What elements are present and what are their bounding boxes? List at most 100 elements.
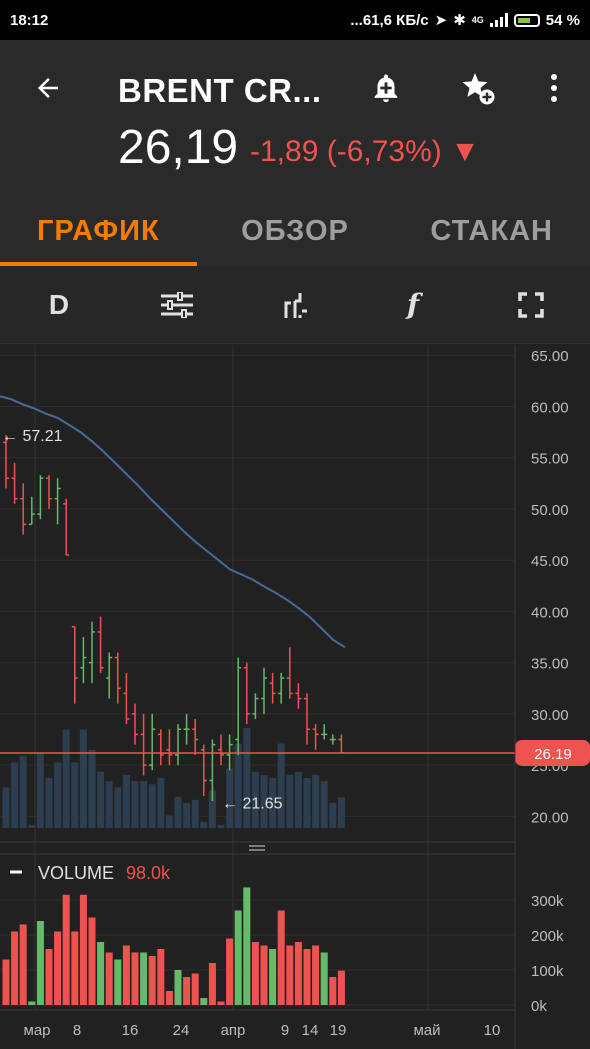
ohlc-bar [175,724,181,766]
price-tick-label: 65.00 [531,348,569,365]
volume-bar [148,956,156,1005]
chart-toolbar: D f [0,266,590,344]
ohlc-bar [183,713,190,745]
volume-bar [11,931,19,1005]
volume-bar [320,952,328,1005]
back-button[interactable] [28,68,68,108]
bar-chart-type-icon [284,292,307,318]
time-tick-label: май [413,1022,440,1039]
ohlc-bar [243,662,250,725]
add-alert-button[interactable] [366,68,406,108]
status-bar: 18:12 ...61,6 КБ/с ➤ ✱ 4G 54 % [0,0,590,40]
indicators-button[interactable]: f [354,266,472,343]
price-change: -1,89 (-6,73%) ▼ [250,135,480,168]
volume-bar [277,910,285,1005]
volume-overlay-bar [62,729,70,828]
ohlc-bar [252,693,259,720]
volume-overlay-bar [36,753,44,828]
volume-value: 98.0k [126,863,171,883]
price-tick-label: 50.00 [531,502,569,519]
add-favorite-button[interactable] [458,68,498,108]
ohlc-bar [192,719,199,755]
current-price-tag: 26.19 [515,739,590,766]
volume-bar [105,952,113,1005]
ohlc-bar [295,683,302,709]
max-price-annotation: ← 57.21 [2,428,63,445]
ohlc-bar [312,724,319,750]
tab-overview[interactable]: ОБЗОР [197,196,394,266]
battery-level: 54 % [545,11,580,29]
bluetooth-icon: ✱ [453,12,466,29]
volume-bar [45,949,53,1005]
interval-button[interactable]: D [0,266,118,343]
ohlc-bar [132,703,138,745]
min-price-annotation: ← 21.65 [222,795,283,812]
tab-order-book[interactable]: СТАКАН [393,196,590,266]
time-tick-label: 16 [122,1022,139,1039]
volume-tick-label: 100k [531,963,564,980]
volume-overlay-bar [337,797,345,828]
volume-overlay-bar [329,803,337,828]
function-icon: f [406,288,420,321]
volume-overlay-bar [54,762,62,828]
chart-type-button[interactable] [236,266,354,343]
volume-bar [243,887,251,1005]
volume-overlay-bar [148,784,156,828]
volume-title: VOLUME [38,863,114,883]
ohlc-bar [261,667,267,714]
tab-bar: ГРАФИК ОБЗОР СТАКАН [0,196,590,266]
volume-tick-label: 0k [531,998,547,1015]
volume-overlay-bar [79,729,87,828]
ohlc-bar [123,672,130,725]
time-axis: мар 8 16 24 апр 9 14 19 май 10 [24,1022,501,1039]
pane-resize-handle[interactable] [0,841,515,851]
ohlc-bar [89,621,95,684]
ohlc-bar [321,724,328,740]
time-tick-label: 10 [484,1022,501,1039]
volume-bar [200,998,208,1005]
price-tick-label: 20.00 [531,809,569,826]
volume-overlay-bar [88,749,96,828]
volume-bar [329,977,337,1005]
volume-bar [157,949,165,1005]
time-tick-label: 24 [173,1022,190,1039]
ohlc-bar [235,657,242,755]
volume-overlay-bar [243,728,251,828]
chart-area[interactable]: 65.00 60.00 55.00 50.00 45.00 40.00 35.00 30.00… [0,345,590,1049]
volume-bar [226,938,234,1005]
volume-bar [174,970,182,1005]
volume-overlay-bar [312,774,320,828]
volume-overlay-bar [122,774,130,828]
volume-overlay-bar [157,778,165,828]
ohlc-bar [114,652,121,704]
volume-tick-label: 200k [531,928,564,945]
more-menu-button[interactable] [540,68,568,108]
volume-overlay-bar [277,743,285,828]
price-volume-chart[interactable]: 65.00 60.00 55.00 50.00 45.00 40.00 35.00 30.00… [0,345,590,1049]
volume-overlay-bar [2,787,10,828]
price-tick-label: 35.00 [531,656,569,673]
volume-bar [208,963,216,1005]
volume-bar [294,942,302,1005]
location-icon: ➤ [434,12,448,29]
status-icons: ...61,6 КБ/с ➤ ✱ 4G 54 % [350,11,580,30]
tab-chart[interactable]: ГРАФИК [0,196,197,266]
volume-overlay-bar [71,762,79,828]
volume-bar [2,959,10,1005]
fullscreen-button[interactable] [472,266,590,343]
chart-settings-button[interactable] [118,266,236,343]
battery-icon [513,13,540,27]
arrow-back-icon [38,78,58,98]
ohlc-bar [63,498,70,556]
interval-label: D [48,288,70,320]
volume-bar [140,952,148,1005]
ohlc-bar [304,693,310,745]
instrument-title: BRENT CR... [118,72,322,109]
volume-overlay-bar [294,771,302,828]
volume-bar [337,970,345,1005]
price-tick-label: 40.00 [531,604,569,621]
ohlc-bar [286,647,293,699]
volume-background [2,728,345,828]
volume-bar [234,910,242,1005]
volume-overlay-bar [174,796,182,828]
